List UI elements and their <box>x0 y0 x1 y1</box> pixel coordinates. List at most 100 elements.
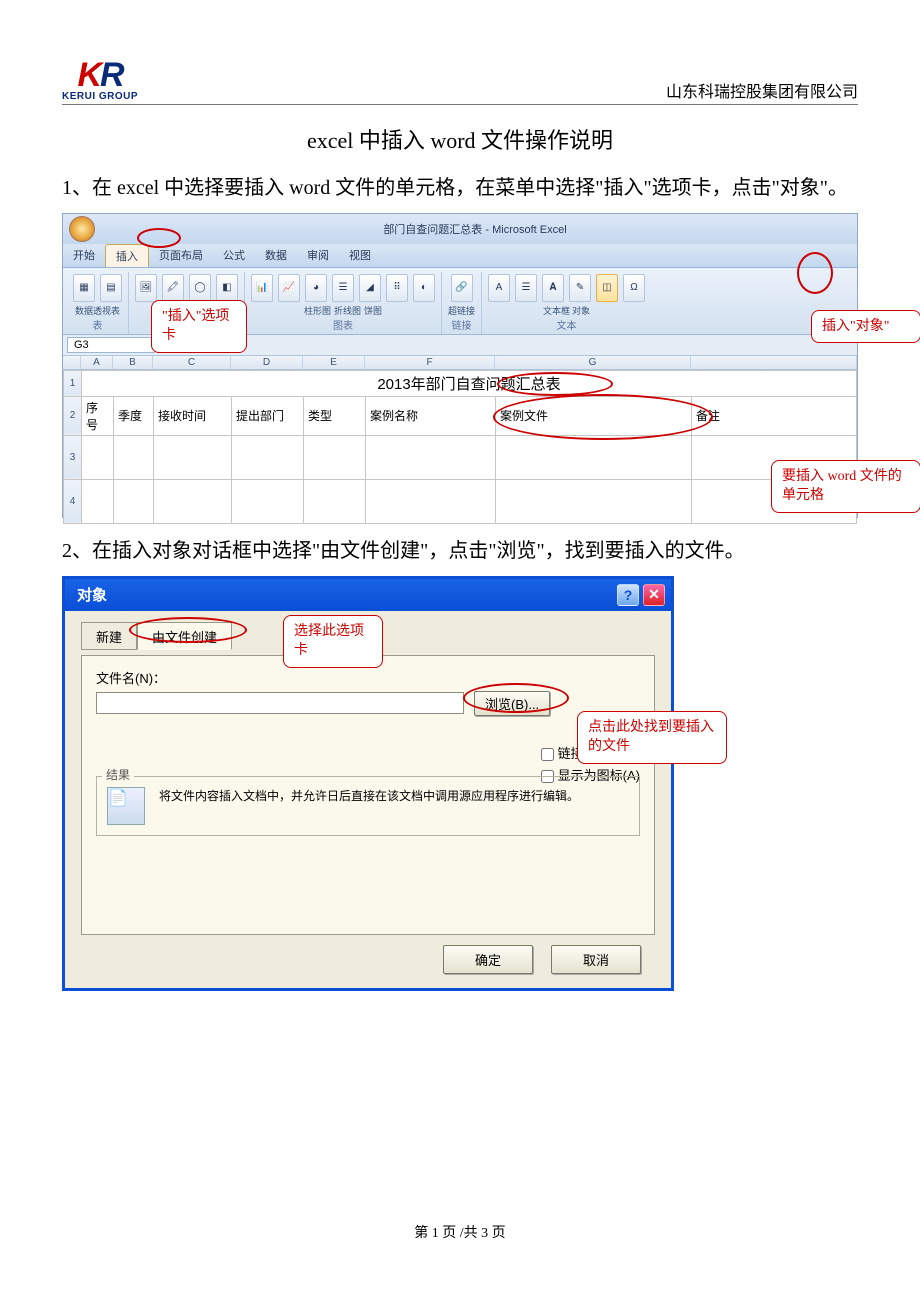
hdr-recv[interactable]: 接收时间 <box>154 396 232 435</box>
row-head-3[interactable]: 3 <box>64 435 82 479</box>
col-E[interactable]: E <box>303 356 365 369</box>
annotation-oval-tab <box>137 228 181 248</box>
dialog-titlebar: 对象 ? ✕ <box>65 579 671 611</box>
column-headers: A B C D E F G <box>63 356 857 370</box>
hyperlink-icon[interactable]: 🔗 <box>451 274 473 302</box>
col-F[interactable]: F <box>365 356 495 369</box>
page-footer: 第 1 页 /共 3 页 <box>0 1222 920 1242</box>
result-text: 将文件内容插入文档中，并允许日后直接在该文档中调用源应用程序进行编辑。 <box>159 787 629 805</box>
other-chart-icon[interactable]: ◐ <box>413 274 435 302</box>
callout-insert-tab: "插入"选项卡 <box>151 300 247 353</box>
dialog-title: 对象 <box>77 584 107 605</box>
hdr-casename[interactable]: 案例名称 <box>366 396 496 435</box>
annotation-oval-browse <box>463 683 569 713</box>
col-A[interactable]: A <box>81 356 113 369</box>
result-box: 📄 将文件内容插入文档中，并允许日后直接在该文档中调用源应用程序进行编辑。 <box>96 776 640 836</box>
col-B[interactable]: B <box>113 356 153 369</box>
pivot-table-icon[interactable]: ▦ <box>73 274 95 302</box>
object-icon[interactable]: ◫ <box>596 274 618 302</box>
group-label-text: 文本 <box>557 316 577 334</box>
pivot-label: 数据透视表 <box>75 306 120 316</box>
ribbon-group-links: 🔗 超链接 链接 <box>442 272 482 334</box>
table-icon[interactable]: ▤ <box>100 274 122 302</box>
spreadsheet-grid[interactable]: 1 2013年部门自查问题汇总表 2 序号 季度 接收时间 提出部门 类型 案例… <box>63 370 857 524</box>
tab-review[interactable]: 审阅 <box>297 244 339 267</box>
bar-chart-icon[interactable]: ☰ <box>332 274 354 302</box>
office-button-icon[interactable] <box>69 216 95 242</box>
callout-select-tab: 选择此选项卡 <box>283 615 383 668</box>
tab-insert[interactable]: 插入 <box>105 244 149 267</box>
quick-access-toolbar: 部门自查问题汇总表 - Microsoft Excel <box>63 214 857 244</box>
sheet-title-cell[interactable]: 2013年部门自查问题汇总表 <box>82 370 857 396</box>
excel-screenshot: 部门自查问题汇总表 - Microsoft Excel 开始 插入 页面布局 公… <box>62 213 858 518</box>
col-C[interactable]: C <box>153 356 231 369</box>
row-head-1[interactable]: 1 <box>64 370 82 396</box>
tab-new[interactable]: 新建 <box>81 622 137 650</box>
annotation-oval-cell <box>493 394 713 440</box>
col-D[interactable]: D <box>231 356 303 369</box>
file-input[interactable] <box>96 692 464 714</box>
target-cell-g3[interactable] <box>496 435 692 479</box>
doc-title: excel 中插入 word 文件操作说明 <box>62 123 858 155</box>
result-icon: 📄 <box>107 787 145 825</box>
hdr-dept[interactable]: 提出部门 <box>232 396 304 435</box>
page-header: KKRR KERUI GROUP 山东科瑞控股集团有限公司 <box>62 60 858 105</box>
callout-cell: 要插入 word 文件的单元格 <box>771 460 920 513</box>
headerfooter-icon[interactable]: ☰ <box>515 274 537 302</box>
ok-button[interactable]: 确定 <box>443 945 533 974</box>
pie-chart-icon[interactable]: ◕ <box>305 274 327 302</box>
chk-link[interactable] <box>541 748 554 761</box>
row-head-4[interactable]: 4 <box>64 479 82 523</box>
name-box[interactable]: G3 <box>67 337 155 353</box>
hdr-remark[interactable]: 备注 <box>692 396 857 435</box>
annotation-oval-object <box>797 252 833 294</box>
ribbon-group-tables: ▦ ▤ 数据透视表 表 <box>67 272 129 334</box>
step1-text: 1、在 excel 中选择要插入 word 文件的单元格，在菜单中选择"插入"选… <box>62 169 858 207</box>
hdr-quarter[interactable]: 季度 <box>114 396 154 435</box>
group-label-tables: 表 <box>93 316 103 334</box>
smartart-icon[interactable]: ◧ <box>216 274 238 302</box>
file-label: 文件名(N)： <box>96 668 640 687</box>
tab-data[interactable]: 数据 <box>255 244 297 267</box>
sheet-area: A B C D E F G 1 2013年部门自查问题汇总表 2 序号 季度 接… <box>63 356 857 524</box>
scatter-chart-icon[interactable]: ⠿ <box>386 274 408 302</box>
hdr-type[interactable]: 类型 <box>304 396 366 435</box>
col-G[interactable]: G <box>495 356 691 369</box>
ribbon-tabs: 开始 插入 页面布局 公式 数据 审阅 视图 <box>63 244 857 268</box>
logo-subtext: KERUI GROUP <box>62 91 138 102</box>
group-label-charts: 图表 <box>333 316 353 334</box>
clipart-icon[interactable]: 🖍 <box>162 274 184 302</box>
textbox-icon[interactable]: A <box>488 274 510 302</box>
tab-formula[interactable]: 公式 <box>213 244 255 267</box>
company-name: 山东科瑞控股集团有限公司 <box>666 78 858 102</box>
line-chart-icon[interactable]: 📈 <box>278 274 300 302</box>
hdr-seq[interactable]: 序号 <box>82 396 114 435</box>
ribbon-group-text: A ☰ 𝐀 ✎ ◫ Ω 文本框 对象 文本 <box>482 272 651 334</box>
area-chart-icon[interactable]: ◢ <box>359 274 381 302</box>
ribbon-group-charts: 📊 📈 ◕ ☰ ◢ ⠿ ◐ 柱形图 折线图 饼图 图表 <box>245 272 442 334</box>
logo: KKRR KERUI GROUP <box>62 60 138 102</box>
row-head-2[interactable]: 2 <box>64 396 82 435</box>
step2-text: 2、在插入对象对话框中选择"由文件创建"，点击"浏览"，找到要插入的文件。 <box>62 532 858 570</box>
close-button-icon[interactable]: ✕ <box>643 584 665 606</box>
cancel-button[interactable]: 取消 <box>551 945 641 974</box>
callout-object: 插入"对象" <box>811 310 920 344</box>
wordart-icon[interactable]: 𝐀 <box>542 274 564 302</box>
symbol-icon[interactable]: Ω <box>623 274 645 302</box>
tab-home[interactable]: 开始 <box>63 244 105 267</box>
shapes-icon[interactable]: ◯ <box>189 274 211 302</box>
annotation-oval-headercell <box>497 372 613 396</box>
excel-window-title: 部门自查问题汇总表 - Microsoft Excel <box>99 221 851 237</box>
dialog-footer: 确定 取消 <box>81 935 655 974</box>
signature-icon[interactable]: ✎ <box>569 274 591 302</box>
object-dialog: 对象 ? ✕ 新建 由文件创建 文件名(N)： 浏览(B)... 链接到文件(L… <box>62 576 674 991</box>
help-button-icon[interactable]: ? <box>617 584 639 606</box>
column-chart-icon[interactable]: 📊 <box>251 274 273 302</box>
annotation-oval-filetab <box>129 617 247 643</box>
picture-icon[interactable]: 🖼 <box>135 274 157 302</box>
logo-mark: KKRR <box>77 60 122 91</box>
tab-view[interactable]: 视图 <box>339 244 381 267</box>
callout-browse: 点击此处找到要插入的文件 <box>577 711 727 764</box>
result-label: 结果 <box>102 766 134 783</box>
group-label-links: 链接 <box>452 316 472 334</box>
